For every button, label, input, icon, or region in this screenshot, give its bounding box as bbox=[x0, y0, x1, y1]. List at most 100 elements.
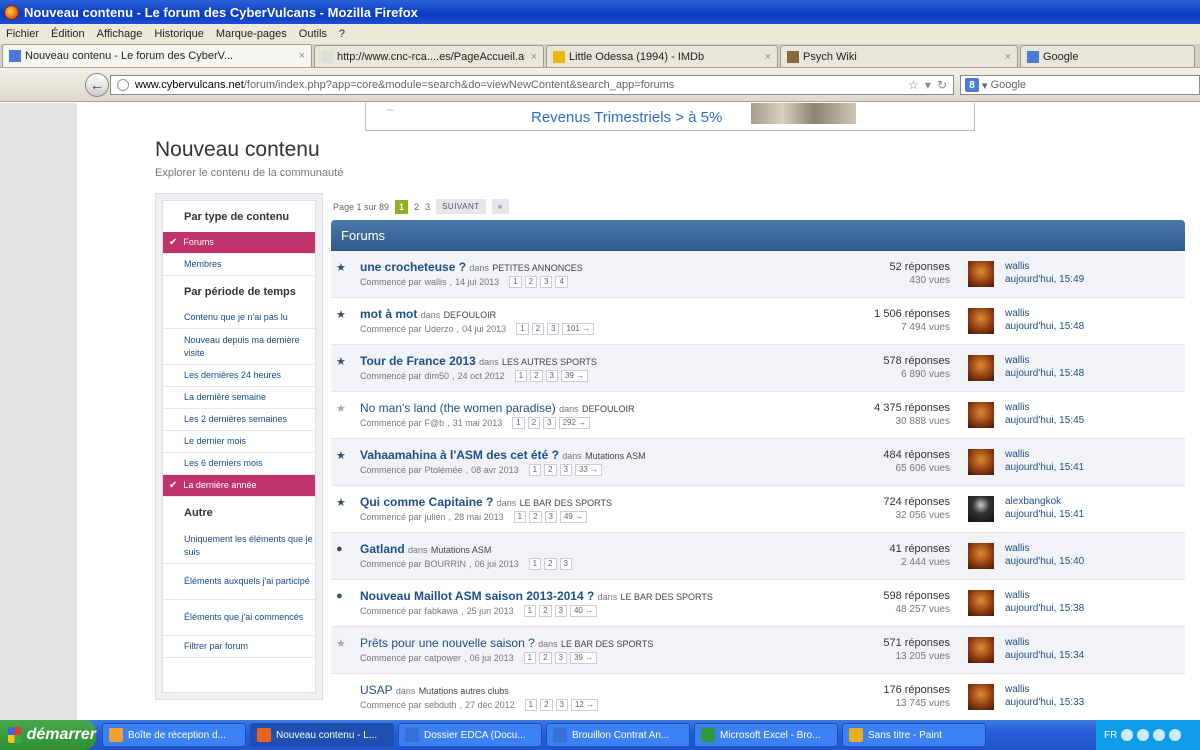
topic-page-link[interactable]: 1 bbox=[523, 605, 537, 617]
star-icon[interactable]: ★ bbox=[336, 496, 346, 509]
topic-page-link[interactable]: 39 → bbox=[560, 370, 589, 382]
avatar[interactable] bbox=[968, 449, 994, 475]
ad-banner[interactable]: ~ Revenus Trimestriels > à 5% bbox=[365, 103, 975, 131]
reload-icon[interactable]: ↻ bbox=[937, 78, 947, 92]
topic-page-link[interactable]: 2 bbox=[527, 417, 541, 429]
topic-page-link[interactable]: 1 bbox=[528, 464, 542, 476]
browser-tab-4[interactable]: Google bbox=[1020, 45, 1195, 67]
search-engine-dropdown-icon[interactable]: ▾ bbox=[982, 79, 991, 92]
last-post-time[interactable]: aujourd'hui, 15:49 bbox=[1005, 273, 1084, 286]
taskbar-button[interactable]: Boîte de réception d... bbox=[102, 723, 246, 747]
menu-item-6[interactable]: ? bbox=[339, 28, 345, 40]
tray-icon[interactable] bbox=[1121, 729, 1134, 741]
topic-row[interactable]: ★ mot à mot dans DEFOULOIR Commencé par Ude… bbox=[331, 298, 1185, 345]
taskbar-button[interactable]: Microsoft Excel - Bro... bbox=[694, 723, 838, 747]
topic-row[interactable]: ★ Prêts pour une nouvelle saison ? dans L… bbox=[331, 627, 1185, 674]
star-icon[interactable]: ★ bbox=[336, 355, 346, 368]
menu-item-5[interactable]: Outils bbox=[299, 28, 327, 40]
browser-tab-1[interactable]: http://www.cnc-rca....es/PageAccueil.asp… bbox=[314, 45, 544, 67]
forum-name-link[interactable]: Mutations autres clubs bbox=[419, 686, 509, 696]
last-post-user[interactable]: wallis bbox=[1005, 307, 1084, 320]
close-tab-icon[interactable]: × bbox=[1005, 51, 1011, 63]
avatar[interactable] bbox=[968, 355, 994, 381]
topic-row[interactable]: ● Nouveau Maillot ASM saison 2013-2014 ? … bbox=[331, 580, 1185, 627]
topic-author[interactable]: sebduth bbox=[425, 700, 457, 710]
topic-page-link[interactable]: 1 bbox=[524, 699, 538, 711]
topic-link[interactable]: Vahaamahina à l'ASM des cet été ? bbox=[360, 448, 559, 462]
topic-page-link[interactable]: 49 → bbox=[559, 511, 588, 523]
topic-author[interactable]: Ptolémée bbox=[425, 465, 463, 475]
avatar[interactable] bbox=[968, 308, 994, 334]
topic-link[interactable]: No man's land (the women paradise) bbox=[360, 401, 556, 415]
forum-name-link[interactable]: LE BAR DES SPORTS bbox=[621, 592, 713, 602]
taskbar-button[interactable]: Nouveau contenu - L... bbox=[250, 723, 394, 747]
forum-name-link[interactable]: Mutations ASM bbox=[585, 451, 646, 461]
search-bar[interactable]: 8 ▾ Google bbox=[960, 75, 1200, 95]
topic-link[interactable]: mot à mot bbox=[360, 307, 417, 321]
topic-author[interactable]: wallis bbox=[425, 277, 447, 287]
topic-page-link[interactable]: 1 bbox=[509, 276, 522, 288]
google-icon[interactable]: 8 bbox=[965, 78, 979, 92]
last-post-user[interactable]: wallis bbox=[1005, 401, 1084, 414]
sidebar-filter-item[interactable]: Nouveau depuis ma dernière visite bbox=[163, 329, 315, 365]
browser-tab-2[interactable]: Little Odessa (1994) - IMDb × bbox=[546, 45, 778, 67]
topic-author[interactable]: catpower bbox=[425, 653, 462, 663]
last-post-time[interactable]: aujourd'hui, 15:38 bbox=[1005, 602, 1084, 615]
topic-page-link[interactable]: 292 → bbox=[558, 417, 591, 429]
last-post-user[interactable]: wallis bbox=[1005, 589, 1084, 602]
topic-page-link[interactable]: 2 bbox=[531, 323, 545, 335]
last-post-time[interactable]: aujourd'hui, 15:48 bbox=[1005, 367, 1084, 380]
topic-link[interactable]: une crocheteuse ? bbox=[360, 260, 466, 274]
topic-page-link[interactable]: 3 bbox=[545, 370, 558, 382]
topic-page-link[interactable]: 1 bbox=[523, 652, 537, 664]
topic-link[interactable]: Gatland bbox=[360, 542, 405, 556]
sidebar-filter-item[interactable]: Le dernier mois bbox=[163, 431, 315, 453]
last-post-user[interactable]: wallis bbox=[1005, 448, 1084, 461]
tray-icon[interactable] bbox=[1153, 729, 1166, 741]
last-post-time[interactable]: aujourd'hui, 15:41 bbox=[1005, 508, 1084, 521]
url-bar[interactable]: www.cybervulcans.net/forum/index.php?app… bbox=[110, 75, 954, 95]
browser-tab-0[interactable]: Nouveau contenu - Le forum des CyberV...… bbox=[2, 44, 312, 67]
topic-author[interactable]: julien bbox=[425, 512, 446, 522]
forum-name-link[interactable]: DEFOULOIR bbox=[582, 404, 635, 414]
topic-row[interactable]: ★ Vahaamahina à l'ASM des cet été ? dans … bbox=[331, 439, 1185, 486]
star-icon[interactable]: ★ bbox=[336, 449, 346, 462]
topic-row[interactable]: ★ Tour de France 2013 dans LES AUTRES SPO… bbox=[331, 345, 1185, 392]
topic-row[interactable]: ★ Qui comme Capitaine ? dans LE BAR DES S… bbox=[331, 486, 1185, 533]
last-post-user[interactable]: alexbangkok bbox=[1005, 495, 1084, 508]
bookmark-star-icon[interactable]: ☆ bbox=[908, 78, 919, 92]
last-post-time[interactable]: aujourd'hui, 15:45 bbox=[1005, 414, 1084, 427]
topic-page-link[interactable]: 3 bbox=[554, 652, 567, 664]
close-tab-icon[interactable]: × bbox=[299, 50, 305, 62]
avatar[interactable] bbox=[968, 496, 994, 522]
topic-author[interactable]: Uderzo bbox=[425, 324, 454, 334]
topic-page-link[interactable]: 3 bbox=[559, 464, 572, 476]
taskbar-button[interactable]: Brouillon Contrat An... bbox=[546, 723, 690, 747]
topic-page-link[interactable]: 2 bbox=[544, 558, 557, 570]
topic-page-link[interactable]: 1 bbox=[516, 323, 529, 335]
avatar[interactable] bbox=[968, 590, 994, 616]
sidebar-filter-item[interactable]: Les 6 derniers mois bbox=[163, 453, 315, 475]
topic-page-link[interactable]: 2 bbox=[544, 464, 557, 476]
topic-row[interactable]: ● Gatland dans Mutations ASM Commencé par B… bbox=[331, 533, 1185, 580]
topic-author[interactable]: BOURRIN bbox=[425, 559, 467, 569]
taskbar-button[interactable]: Dossier EDCA (Docu... bbox=[398, 723, 542, 747]
topic-page-link[interactable]: 3 bbox=[540, 276, 553, 288]
topic-page-link[interactable]: 2 bbox=[529, 511, 542, 523]
taskbar-button[interactable]: Sans titre - Paint bbox=[842, 723, 986, 747]
topic-page-link[interactable]: 1 bbox=[512, 417, 525, 429]
topic-page-link[interactable]: 12 → bbox=[570, 699, 599, 711]
last-post-time[interactable]: aujourd'hui, 15:41 bbox=[1005, 461, 1084, 474]
topic-page-link[interactable]: 2 bbox=[540, 699, 553, 711]
last-post-user[interactable]: wallis bbox=[1005, 260, 1084, 273]
tray-icon[interactable] bbox=[1137, 729, 1150, 741]
last-post-user[interactable]: wallis bbox=[1005, 636, 1084, 649]
sidebar-filter-item[interactable]: Uniquement les éléments que je suis bbox=[163, 528, 315, 564]
topic-page-link[interactable]: 33 → bbox=[574, 464, 603, 476]
sidebar-filter-item[interactable]: Filtrer par forum bbox=[163, 636, 315, 658]
page-link-2[interactable]: 2 bbox=[414, 202, 419, 212]
last-page-button[interactable]: » bbox=[491, 199, 509, 214]
menu-item-2[interactable]: Affichage bbox=[97, 28, 143, 40]
forum-name-link[interactable]: PETITES ANNONCES bbox=[492, 263, 583, 273]
topic-link[interactable]: Prêts pour une nouvelle saison ? bbox=[360, 636, 535, 650]
